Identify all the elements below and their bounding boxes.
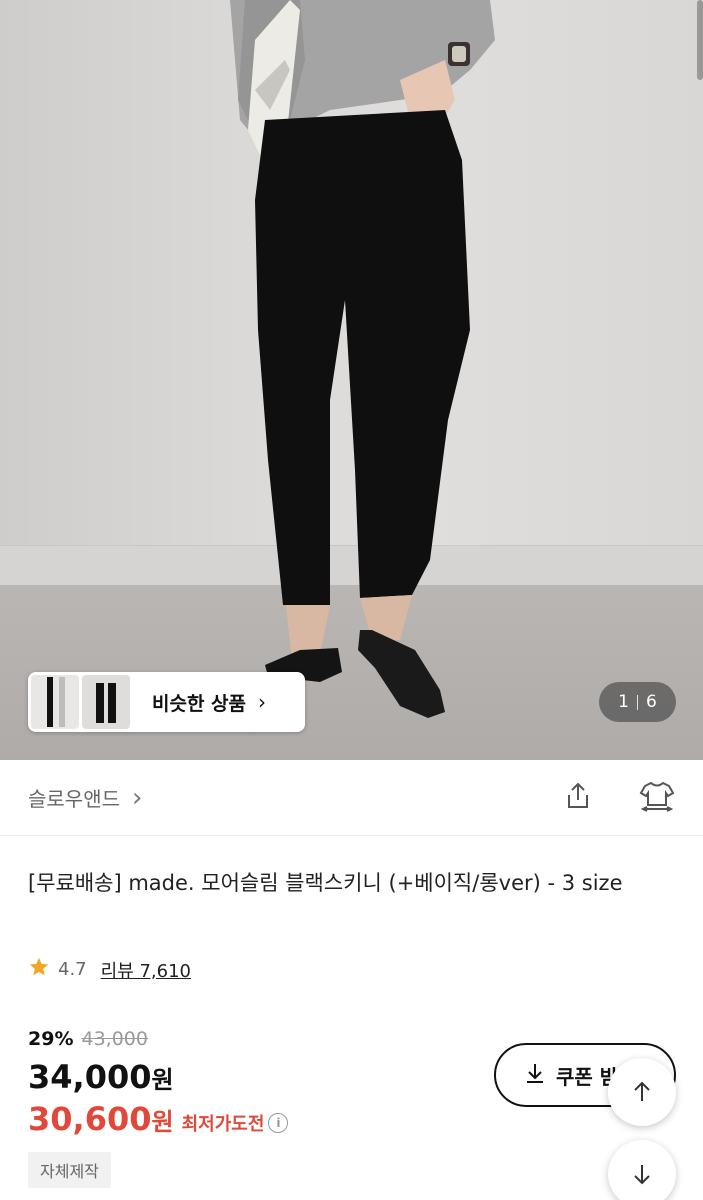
similar-thumbnail	[31, 675, 79, 729]
best-price-unit: 원	[151, 1108, 174, 1136]
image-counter-total: 6	[646, 692, 657, 712]
own-production-badge: 자체제작	[28, 1152, 111, 1188]
info-icon[interactable]: i	[268, 1113, 289, 1133]
similar-products-thumbnails	[31, 675, 130, 729]
gallery-scrollbar[interactable]	[697, 0, 703, 80]
similar-products-label: 비슷한 상품	[152, 692, 247, 715]
product-image-gallery[interactable]: 비슷한 상품 › 1 6	[0, 0, 703, 760]
share-icon[interactable]	[563, 781, 593, 815]
review-count-link[interactable]: 리뷰 7,610	[101, 957, 191, 983]
discount-row: 29% 43,000	[28, 1028, 148, 1050]
brand-name: 슬로우앤드	[28, 787, 120, 811]
download-icon	[524, 1062, 546, 1089]
discount-rate: 29%	[28, 1028, 74, 1050]
sale-price-unit: 원	[151, 1066, 174, 1094]
best-price-row: 30,600원 최저가도전 i	[28, 1100, 289, 1138]
scroll-to-bottom-button[interactable]	[608, 1140, 676, 1200]
similar-thumbnail	[82, 675, 130, 729]
rating-value: 4.7	[58, 959, 87, 980]
arrow-up-icon	[634, 1081, 650, 1101]
rating-row: 4.7 리뷰 7,610	[28, 956, 191, 983]
shirt-fitting-icon[interactable]	[639, 780, 675, 816]
model-photo	[230, 0, 495, 718]
image-counter-divider	[637, 694, 638, 710]
image-counter: 1 6	[599, 682, 676, 722]
brand-link[interactable]: 슬로우앤드 ›	[28, 783, 142, 813]
sale-price: 34,000원	[28, 1058, 174, 1096]
sale-price-value: 34,000	[28, 1058, 152, 1096]
scroll-to-top-button[interactable]	[608, 1058, 676, 1126]
best-price-note: 최저가도전	[181, 1114, 265, 1135]
best-price-value: 30,600	[28, 1100, 152, 1138]
chevron-right-icon: ›	[132, 782, 143, 813]
chevron-right-icon: ›	[258, 690, 267, 714]
brand-bar: 슬로우앤드 ›	[0, 760, 703, 836]
similar-products-button[interactable]: 비슷한 상품 ›	[28, 672, 305, 732]
best-price-challenge-label: 최저가도전 i	[182, 1110, 289, 1136]
image-counter-current: 1	[618, 692, 629, 712]
product-title: [무료배송] made. 모어슬림 블랙스키니 (+베이직/롱ver) - 3 …	[28, 871, 623, 895]
best-price: 30,600원	[28, 1100, 174, 1138]
original-price: 43,000	[81, 1028, 148, 1050]
arrow-down-icon	[634, 1165, 650, 1185]
star-icon	[28, 956, 50, 983]
